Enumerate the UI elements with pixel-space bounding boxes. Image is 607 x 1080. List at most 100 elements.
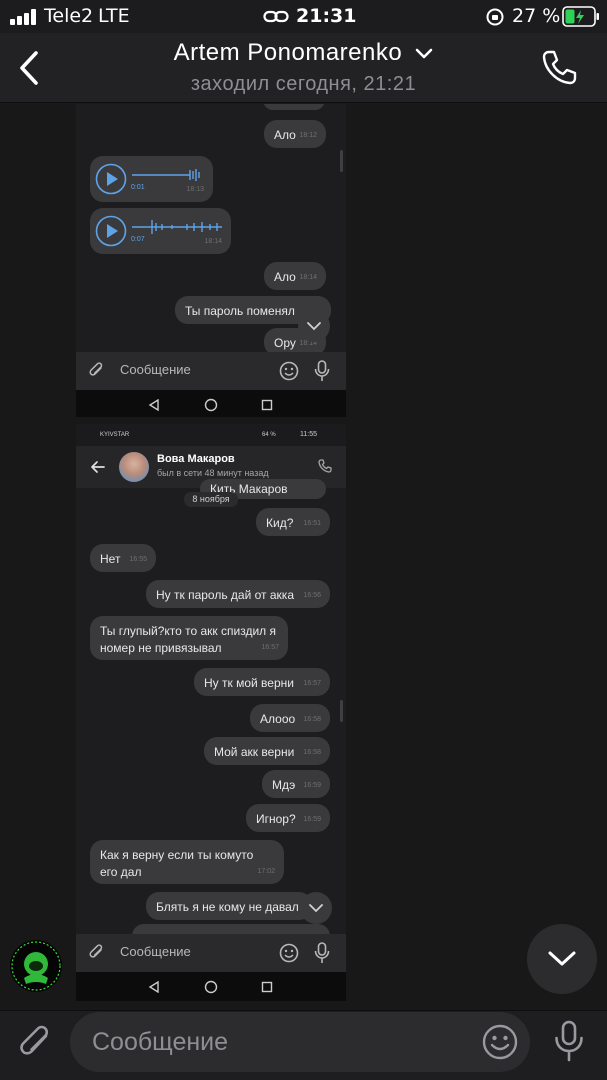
chevron-down-icon bbox=[307, 322, 321, 331]
scroll-thumb[interactable] bbox=[340, 150, 343, 172]
message-time: 16:56 bbox=[303, 592, 321, 599]
message-time: 18:13 bbox=[186, 186, 204, 193]
emoji-icon[interactable] bbox=[279, 943, 299, 963]
last-seen: был в сети 48 минут назад bbox=[157, 468, 269, 478]
nav-recents-icon[interactable] bbox=[261, 981, 273, 993]
sender-avatar[interactable] bbox=[10, 940, 62, 992]
phone-icon[interactable] bbox=[318, 459, 332, 473]
message-bubble: Ало 18:14 bbox=[264, 262, 326, 290]
last-seen: заходил сегодня, 21:21 bbox=[190, 73, 417, 95]
avatar[interactable] bbox=[119, 452, 149, 482]
play-icon[interactable] bbox=[95, 163, 127, 195]
message-time: 18:14 bbox=[204, 238, 222, 245]
voice-message[interactable]: 0:07 18:14 bbox=[90, 208, 231, 254]
message-bubble: Ну тк пароль дай от акка 16:56 bbox=[146, 580, 330, 608]
message-text: Мой акк верни bbox=[214, 745, 295, 759]
nav-back-icon[interactable] bbox=[148, 399, 160, 411]
nav-home-icon[interactable] bbox=[204, 980, 218, 994]
emoji-icon[interactable] bbox=[279, 361, 299, 381]
chevron-down-icon bbox=[309, 904, 323, 913]
message-text: Ало bbox=[274, 128, 296, 142]
link-icon bbox=[263, 10, 289, 23]
message-time: 16:51 bbox=[303, 520, 321, 527]
play-icon[interactable] bbox=[95, 215, 127, 247]
scroll-thumb[interactable] bbox=[340, 700, 343, 722]
paperclip-icon[interactable] bbox=[88, 944, 106, 962]
message-bubble: Ну тк мой верни 16:57 bbox=[194, 668, 330, 696]
message-bubble: Мой акк верни 16:58 bbox=[204, 737, 330, 765]
message-bubble: Нет 16:55 bbox=[90, 544, 156, 572]
message-text: Ты глупый?кто то акк спиздил я номер не … bbox=[100, 624, 276, 655]
scroll-to-bottom-button[interactable] bbox=[527, 924, 597, 994]
message-bubble: Ты глупый?кто то акк спиздил я номер не … bbox=[90, 616, 288, 660]
message-text: Ору bbox=[274, 336, 296, 350]
message-input-field[interactable]: Сообщение bbox=[70, 1012, 530, 1072]
message-time: 16:59 bbox=[303, 816, 321, 823]
message-text: Как я верну если ты комуто его дал bbox=[100, 848, 254, 879]
message-time: 16:58 bbox=[303, 716, 321, 723]
message-text: Мдэ bbox=[272, 778, 296, 792]
android-carrier: KYIVSTAR bbox=[100, 432, 130, 438]
message-input[interactable]: Сообщение bbox=[120, 944, 191, 959]
screenshot-2[interactable]: KYIVSTAR 64 % 11:55 Вова Макаров был в с… bbox=[76, 424, 346, 1001]
clock: 21:31 bbox=[296, 5, 357, 27]
message-input-bar: Сообщение bbox=[76, 934, 346, 972]
microphone-icon[interactable] bbox=[314, 942, 330, 964]
android-nav-bar bbox=[76, 972, 346, 1001]
message-text: Ну тк пароль дай от акка bbox=[156, 588, 294, 602]
scroll-down-button[interactable] bbox=[300, 892, 332, 924]
chevron-down-icon[interactable] bbox=[415, 48, 433, 60]
microphone-icon[interactable] bbox=[553, 1020, 585, 1062]
emoji-icon[interactable] bbox=[482, 1024, 518, 1060]
scroll-down-button[interactable] bbox=[298, 310, 330, 342]
carrier-label: Tele2 bbox=[44, 5, 94, 27]
message-text: Кид? bbox=[266, 516, 294, 530]
android-battery: 64 % bbox=[262, 432, 276, 438]
message-time: 17:02 bbox=[257, 868, 275, 875]
message-bubble: Как я верну если ты комуто его дал 17:02 bbox=[90, 840, 284, 884]
contact-name-label[interactable]: Artem Ponomarenko bbox=[174, 39, 403, 66]
paperclip-icon[interactable] bbox=[18, 1022, 56, 1062]
android-status-bar: KYIVSTAR 64 % 11:55 bbox=[76, 424, 346, 446]
message-input[interactable]: Сообщение bbox=[120, 362, 191, 377]
message-text: Ну тк мой верни bbox=[204, 676, 294, 690]
screenshot-1[interactable]: Ало 18:12 0:01 18:13 0:07 18:14 Ало 18:1… bbox=[76, 104, 346, 417]
avatar-emblem-icon bbox=[11, 941, 61, 991]
contact-name[interactable]: Вова Макаров bbox=[157, 453, 235, 465]
phone-icon[interactable] bbox=[540, 48, 578, 86]
rotation-lock-icon bbox=[486, 8, 504, 26]
message-bubble: Блять я не кому не давал bbox=[146, 892, 312, 920]
arrow-left-icon[interactable] bbox=[90, 460, 105, 474]
voice-message[interactable]: 0:01 18:13 bbox=[90, 156, 213, 202]
message-bubble: Ало 18:12 bbox=[264, 120, 326, 148]
date-chip: 8 ноября bbox=[184, 492, 238, 507]
nav-recents-icon[interactable] bbox=[261, 399, 273, 411]
microphone-icon[interactable] bbox=[314, 360, 330, 382]
message-text: Игнор? bbox=[256, 812, 296, 826]
chevron-down-icon bbox=[548, 951, 576, 966]
voice-duration: 0:01 bbox=[131, 184, 145, 191]
message-time: 16:57 bbox=[261, 644, 279, 651]
waveform bbox=[132, 169, 200, 181]
message-text: Алооо bbox=[260, 712, 296, 726]
message-bubble: Алооо 16:58 bbox=[250, 704, 330, 732]
message-time: 16:58 bbox=[303, 749, 321, 756]
android-nav-bar bbox=[76, 390, 346, 417]
waveform bbox=[132, 220, 222, 234]
message-text: Ты пароль поменял bbox=[185, 304, 295, 318]
message-bubble: Мдэ 16:59 bbox=[262, 770, 330, 798]
message-text: Блять я не кому не давал bbox=[156, 900, 299, 914]
nav-home-icon[interactable] bbox=[204, 398, 218, 412]
status-bar: Tele2 LTE 21:31 27 % bbox=[0, 0, 607, 33]
message-text: Нет bbox=[100, 552, 121, 566]
network-label: LTE bbox=[98, 5, 130, 27]
contact-name[interactable]: Artem Ponomarenko bbox=[0, 39, 607, 67]
battery-percent: 27 % bbox=[512, 5, 561, 27]
battery-icon bbox=[562, 6, 599, 27]
paperclip-icon[interactable] bbox=[88, 362, 106, 380]
message-time: 16:57 bbox=[303, 680, 321, 687]
message-input[interactable]: Сообщение bbox=[92, 1028, 228, 1057]
nav-back-icon[interactable] bbox=[148, 981, 160, 993]
message-bubble bbox=[263, 104, 325, 110]
message-input-bar: Сообщение bbox=[76, 352, 346, 390]
